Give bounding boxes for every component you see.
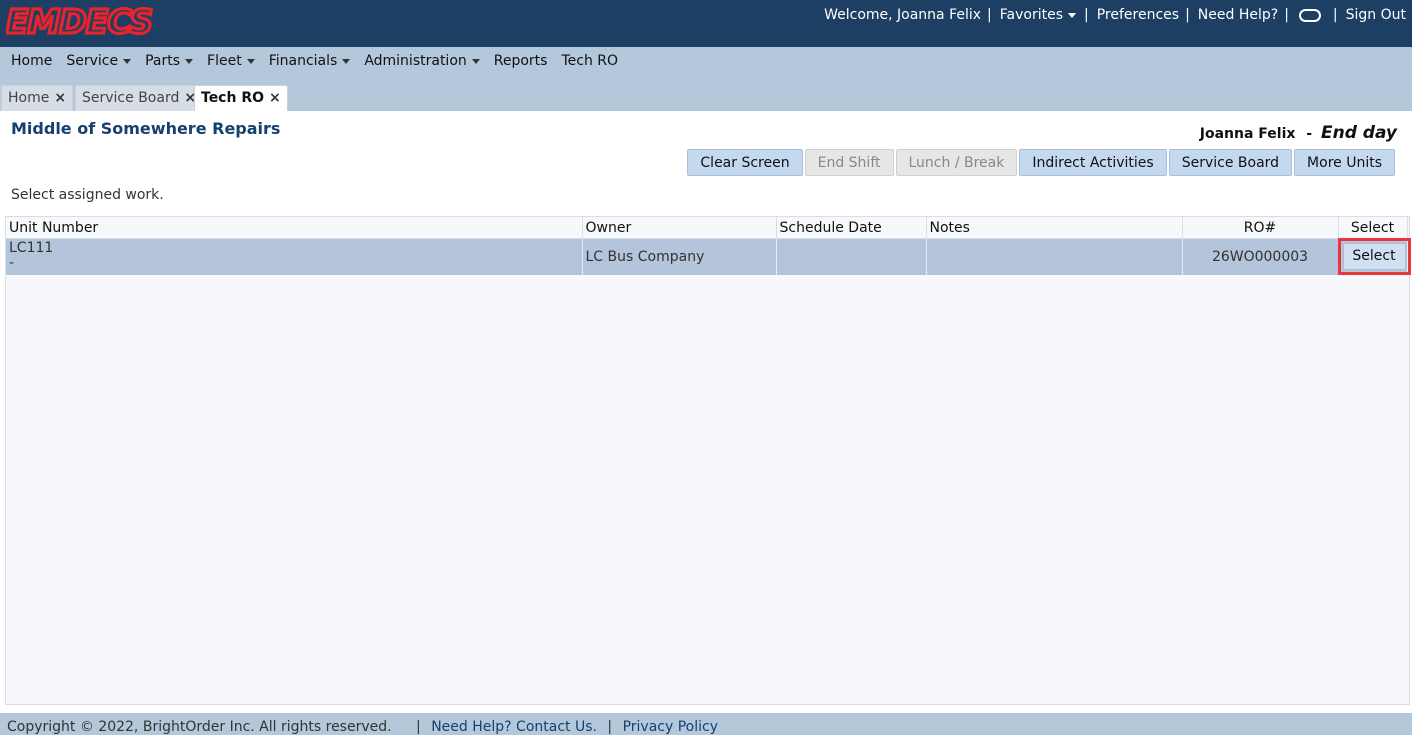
tab-service-board[interactable]: Service Board × (75, 85, 204, 111)
nav-item-service[interactable]: Service (66, 53, 132, 69)
instruction-text: Select assigned work. (11, 187, 164, 203)
sign-out-link[interactable]: Sign Out (1346, 7, 1406, 23)
header-separator: | (1284, 7, 1289, 23)
copyright-text: Copyright © 2022, BrightOrder Inc. All r… (7, 719, 392, 735)
tab-bar: Home × Service Board × Tech RO × (0, 85, 1412, 111)
end-shift-button[interactable]: End Shift (804, 149, 894, 176)
shop-title: Middle of Somewhere Repairs (11, 119, 281, 138)
column-header-notes[interactable]: Notes (926, 217, 1183, 239)
status-dash: - (1306, 126, 1313, 142)
nav-label: Service (66, 53, 119, 69)
nav-item-administration[interactable]: Administration (364, 53, 480, 69)
table-row[interactable]: LC111 - LC Bus Company 26WO000003 Select (6, 238, 1411, 276)
favorites-label: Favorites (999, 7, 1064, 23)
nav-item-reports[interactable]: Reports (494, 53, 548, 69)
footer-separator: | (416, 719, 421, 735)
header-separator: | (1332, 7, 1338, 23)
indirect-activities-button[interactable]: Indirect Activities (1019, 149, 1167, 176)
need-help-link[interactable]: Need Help? (1198, 7, 1278, 23)
favorites-menu[interactable]: Favorites (999, 7, 1077, 23)
nav-item-fleet[interactable]: Fleet (207, 53, 255, 69)
column-header-owner[interactable]: Owner (582, 217, 777, 239)
nav-label: Fleet (207, 53, 242, 69)
header-separator: | (1084, 7, 1089, 23)
service-board-button[interactable]: Service Board (1168, 149, 1293, 176)
nav-item-home[interactable]: Home (11, 53, 52, 69)
lunch-break-button[interactable]: Lunch / Break (895, 149, 1018, 176)
header-separator: | (987, 7, 992, 23)
select-button[interactable]: Select (1342, 243, 1406, 271)
main-nav: Home Service Parts Fleet Financials Admi… (11, 53, 632, 69)
tab-label: Tech RO (201, 90, 265, 106)
shift-status: End day (1320, 123, 1397, 143)
chevron-down-icon (123, 58, 132, 64)
chevron-down-icon (1068, 12, 1077, 18)
assigned-work-table: Unit Number Owner Schedule Date Notes RO… (6, 217, 1411, 276)
main-content: Middle of Somewhere Repairs Joanna Felix… (0, 111, 1412, 713)
tab-home[interactable]: Home × (1, 85, 74, 111)
unit-subtext: - (9, 254, 15, 271)
column-header-schedule-date[interactable]: Schedule Date (776, 217, 927, 239)
unit-number: LC111 (9, 239, 54, 256)
tab-label: Home (8, 90, 50, 106)
nav-item-tech-ro[interactable]: Tech RO (561, 53, 618, 69)
footer-separator: | (607, 719, 613, 735)
unit-number-cell: LC111 - (6, 238, 583, 275)
user-status: Joanna Felix - End day (1200, 123, 1397, 143)
ro-number-cell: 26WO000003 (1182, 238, 1339, 275)
footer: Copyright © 2022, BrightOrder Inc. All r… (0, 713, 1412, 735)
schedule-date-cell (776, 238, 927, 275)
privacy-policy-link[interactable]: Privacy Policy (623, 719, 718, 735)
header-links: Welcome, Joanna Felix | Favorites | Pref… (824, 5, 1406, 25)
nav-label: Tech RO (561, 53, 619, 69)
close-icon[interactable]: × (54, 90, 66, 106)
main-nav-bar: Home Service Parts Fleet Financials Admi… (0, 47, 1412, 85)
owner-cell: LC Bus Company (582, 238, 777, 275)
contact-help-link[interactable]: Need Help? Contact Us. (431, 719, 597, 735)
more-units-button[interactable]: More Units (1294, 149, 1395, 176)
nav-item-financials[interactable]: Financials (269, 53, 351, 69)
logo-text: EMDECS (6, 4, 152, 38)
nav-label: Home (11, 53, 53, 69)
notes-cell (926, 238, 1183, 275)
close-icon[interactable]: × (269, 90, 281, 106)
assigned-work-grid: Unit Number Owner Schedule Date Notes RO… (5, 216, 1411, 705)
header-separator: | (1185, 7, 1190, 23)
chat-bubble-icon[interactable] (1298, 8, 1321, 22)
tab-tech-ro[interactable]: Tech RO × (194, 85, 288, 111)
chevron-down-icon (471, 58, 480, 64)
user-name: Joanna Felix (1199, 126, 1296, 142)
column-header-select: Select (1338, 217, 1408, 239)
column-header-unit-number[interactable]: Unit Number (6, 217, 583, 239)
nav-label: Parts (145, 53, 181, 69)
select-cell: Select (1337, 238, 1411, 276)
chevron-down-icon (185, 58, 194, 64)
nav-label: Administration (364, 53, 467, 69)
tab-label: Service Board (82, 90, 180, 106)
table-header-row: Unit Number Owner Schedule Date Notes RO… (6, 217, 1408, 239)
chevron-down-icon (342, 58, 351, 64)
welcome-text: Welcome, Joanna Felix (824, 7, 982, 23)
emdecs-logo[interactable]: EMDECS (6, 4, 176, 38)
nav-label: Financials (268, 53, 338, 69)
clear-screen-button[interactable]: Clear Screen (687, 149, 803, 176)
top-header: EMDECS Welcome, Joanna Felix | Favorites… (0, 0, 1412, 47)
nav-label: Reports (493, 53, 548, 69)
column-header-ro[interactable]: RO# (1182, 217, 1339, 239)
chevron-down-icon (246, 58, 255, 64)
nav-item-parts[interactable]: Parts (145, 53, 194, 69)
action-buttons: Clear Screen End Shift Lunch / Break Ind… (685, 149, 1395, 176)
preferences-link[interactable]: Preferences (1097, 7, 1179, 23)
select-highlight: Select (1337, 238, 1411, 276)
